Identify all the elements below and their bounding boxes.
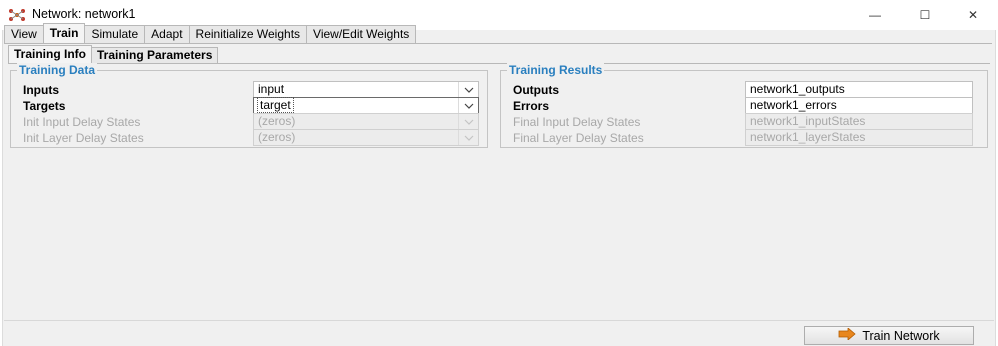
tab-training-info[interactable]: Training Info (8, 45, 92, 63)
init-layer-delay-value: (zeros) (258, 130, 296, 144)
init-input-delay-value: (zeros) (258, 114, 296, 128)
final-layer-delay-label: Final Layer Delay States (513, 131, 644, 145)
tab-view[interactable]: View (4, 25, 44, 43)
targets-select[interactable]: target (253, 97, 479, 114)
final-layer-delay-row: Final Layer Delay States network1_layerS… (501, 129, 987, 147)
window-title: Network: network1 (32, 7, 136, 21)
maximize-button[interactable]: ☐ (902, 0, 948, 30)
bottom-divider (4, 320, 994, 321)
tab-view-edit-weights[interactable]: View/Edit Weights (306, 25, 417, 43)
maximize-icon: ☐ (919, 8, 931, 22)
training-results-title: Training Results (507, 63, 605, 77)
tab-divider (4, 43, 992, 44)
tab-reinitialize-weights[interactable]: Reinitialize Weights (188, 25, 308, 43)
init-layer-delay-row: Init Layer Delay States (zeros) (11, 129, 487, 147)
chevron-down-icon (458, 130, 478, 145)
sub-tab-divider (8, 63, 990, 64)
tab-adapt[interactable]: Adapt (144, 25, 190, 43)
neural-network-icon (8, 8, 26, 22)
training-data-title: Training Data (17, 63, 98, 77)
sub-tab-bar: Training Info Training Parameters (8, 45, 219, 63)
training-data-group: Training Data Inputs input Targets targe… (10, 63, 488, 148)
init-layer-delay-select: (zeros) (253, 129, 479, 146)
targets-label: Targets (23, 99, 66, 113)
targets-select-value: target (257, 97, 294, 113)
chevron-down-icon (458, 82, 478, 97)
final-input-delay-field: network1_inputStates (745, 113, 973, 130)
final-input-delay-label: Final Input Delay States (513, 115, 641, 129)
chevron-down-icon (458, 98, 478, 113)
errors-field[interactable]: network1_errors (745, 97, 973, 114)
close-icon: ✕ (967, 8, 979, 22)
outputs-label: Outputs (513, 83, 559, 97)
errors-label: Errors (513, 99, 550, 113)
inputs-label: Inputs (23, 83, 59, 97)
train-arrow-icon (838, 327, 856, 343)
inputs-select-value: input (258, 82, 285, 96)
minimize-button[interactable]: — (852, 0, 898, 30)
main-tab-bar: View Train Simulate Adapt Reinitialize W… (4, 23, 417, 43)
outputs-field[interactable]: network1_outputs (745, 81, 973, 98)
tab-simulate[interactable]: Simulate (84, 25, 146, 43)
tab-train[interactable]: Train (42, 23, 86, 43)
close-button[interactable]: ✕ (950, 0, 996, 30)
init-input-delay-label: Init Input Delay States (23, 115, 141, 129)
train-network-button[interactable]: Train Network (804, 326, 974, 345)
init-input-delay-select: (zeros) (253, 113, 479, 130)
chevron-down-icon (458, 114, 478, 129)
minimize-icon: — (869, 8, 881, 22)
final-layer-delay-field: network1_layerStates (745, 129, 973, 146)
tab-training-parameters[interactable]: Training Parameters (91, 47, 219, 63)
train-network-label: Train Network (862, 328, 940, 343)
init-layer-delay-label: Init Layer Delay States (23, 131, 144, 145)
inputs-select[interactable]: input (253, 81, 479, 98)
training-results-group: Training Results Outputs network1_output… (500, 63, 988, 148)
